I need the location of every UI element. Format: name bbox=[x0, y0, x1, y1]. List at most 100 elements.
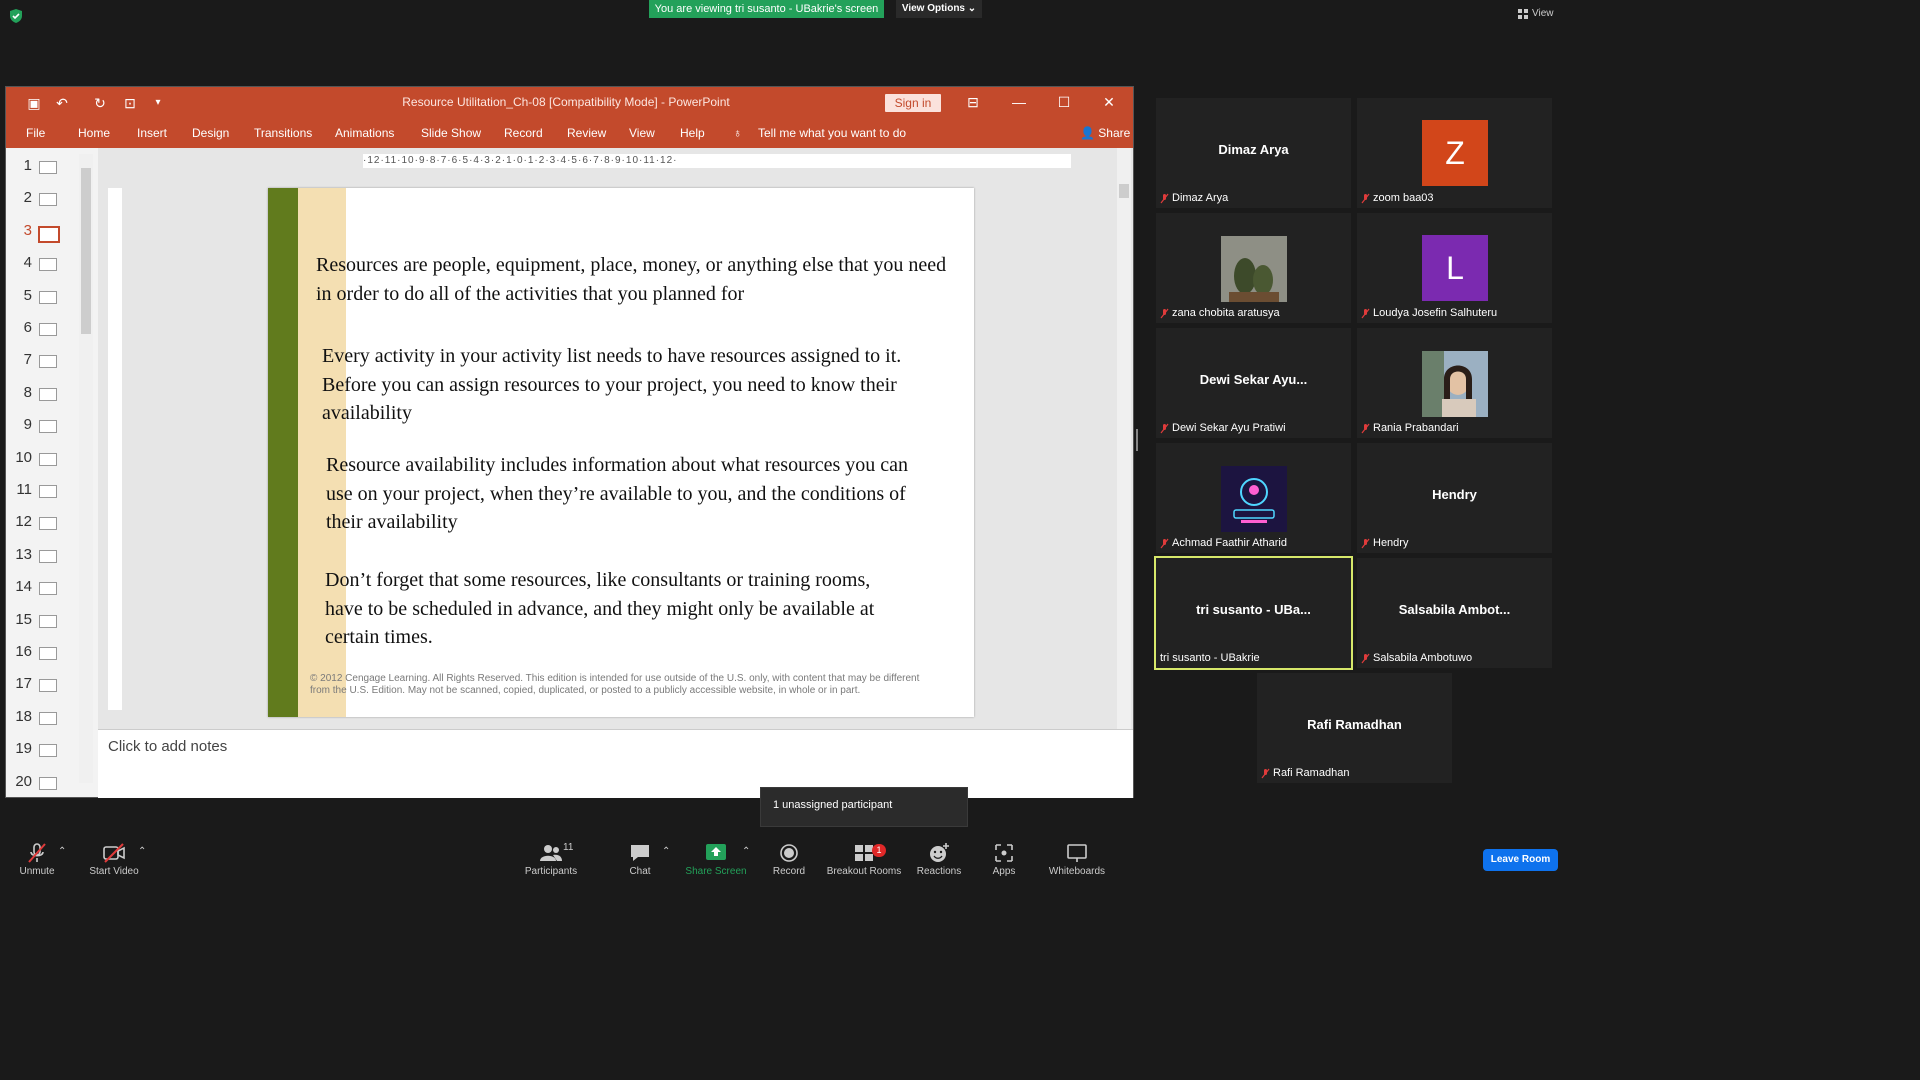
tab-transitions[interactable]: Transitions bbox=[254, 126, 312, 140]
save-icon[interactable]: ▣ bbox=[26, 95, 42, 111]
whiteboards-button[interactable]: Whiteboards bbox=[1046, 842, 1108, 877]
participants-count: 11 bbox=[563, 842, 574, 853]
slide-thumbnail[interactable] bbox=[39, 387, 57, 401]
tab-insert[interactable]: Insert bbox=[137, 126, 167, 140]
view-options-button[interactable]: View Options ⌄ bbox=[896, 0, 982, 18]
slide-thumbnail[interactable] bbox=[39, 776, 57, 790]
tab-animations[interactable]: Animations bbox=[335, 126, 394, 140]
tab-design[interactable]: Design bbox=[192, 126, 229, 140]
tab-help[interactable]: Help bbox=[680, 126, 705, 140]
slide-scrollbar[interactable] bbox=[1117, 148, 1131, 729]
undo-icon[interactable]: ↶ bbox=[54, 95, 70, 111]
start-video-button[interactable]: Start Video bbox=[86, 842, 142, 877]
breakout-rooms-button[interactable]: 1 Breakout Rooms bbox=[826, 842, 902, 877]
leave-room-button[interactable]: Leave Room bbox=[1483, 849, 1558, 871]
ribbon-display-options-icon[interactable]: ⊟ bbox=[958, 92, 988, 112]
slide-thumbnail[interactable] bbox=[39, 647, 57, 660]
grid-icon bbox=[1518, 8, 1528, 19]
view-button[interactable]: View bbox=[1518, 8, 1554, 19]
slide-paragraph-2[interactable]: Every activity in your activity list nee… bbox=[322, 342, 947, 428]
slide-thumbnail[interactable] bbox=[39, 614, 57, 628]
slide-number: 2 bbox=[23, 189, 32, 207]
current-slide[interactable]: Resources are people, equipment, place, … bbox=[268, 188, 974, 717]
participant-tile[interactable]: zana chobita aratusya bbox=[1156, 213, 1351, 323]
sign-in-button[interactable]: Sign in bbox=[885, 94, 941, 112]
view-label: View bbox=[1532, 8, 1554, 19]
slide-number: 3 bbox=[23, 221, 32, 239]
chat-button[interactable]: Chat bbox=[622, 842, 658, 877]
reactions-label: Reactions bbox=[916, 866, 962, 877]
share-screen-button[interactable]: Share Screen bbox=[684, 842, 748, 877]
tab-slide-show[interactable]: Slide Show bbox=[421, 126, 481, 140]
participant-name-center: Dimaz Arya bbox=[1218, 142, 1289, 157]
participant-tile[interactable]: Rania Prabandari bbox=[1357, 328, 1552, 438]
slide-thumbnail[interactable] bbox=[39, 711, 57, 725]
ppt-title-bar: ▣ ↶ ↻ ⊡ ▾ Resource Utilitation_Ch-08 [Co… bbox=[6, 87, 1133, 118]
panel-resize-handle[interactable] bbox=[1136, 429, 1138, 451]
tab-review[interactable]: Review bbox=[567, 126, 606, 140]
apps-button[interactable]: Apps bbox=[986, 842, 1022, 877]
slide-number: 5 bbox=[23, 286, 32, 304]
start-video-label: Start Video bbox=[89, 866, 139, 877]
video-options-chevron-icon[interactable]: ⌃ bbox=[138, 846, 146, 857]
share-options-chevron-icon[interactable]: ⌃ bbox=[742, 846, 750, 857]
slide-thumbnail[interactable] bbox=[38, 225, 60, 243]
tab-view[interactable]: View bbox=[629, 126, 655, 140]
slide-thumbnail[interactable] bbox=[39, 258, 57, 272]
scrollbar-thumb[interactable] bbox=[1119, 184, 1129, 198]
slide-thumbnail[interactable] bbox=[39, 549, 57, 563]
present-from-start-icon[interactable]: ⊡ bbox=[122, 95, 138, 111]
participant-tile[interactable]: Z zoom baa03 bbox=[1357, 98, 1552, 208]
participant-label: zana chobita aratusya bbox=[1160, 307, 1280, 319]
customize-toolbar-icon[interactable]: ▾ bbox=[150, 95, 166, 111]
participant-tile[interactable]: Dimaz Arya Dimaz Arya bbox=[1156, 98, 1351, 208]
reactions-button[interactable]: Reactions bbox=[914, 842, 964, 877]
share-screen-icon bbox=[706, 844, 726, 860]
participant-tile[interactable]: Dewi Sekar Ayu... Dewi Sekar Ayu Pratiwi bbox=[1156, 328, 1351, 438]
slide-thumbnail[interactable] bbox=[39, 355, 57, 369]
slide-thumbnail[interactable] bbox=[39, 290, 57, 304]
minimize-icon[interactable]: — bbox=[1004, 92, 1034, 112]
maximize-icon[interactable]: ☐ bbox=[1049, 92, 1079, 112]
notes-pane[interactable]: Click to add notes bbox=[98, 729, 1133, 798]
close-icon[interactable]: ✕ bbox=[1094, 92, 1124, 112]
scrollbar-thumb[interactable] bbox=[81, 168, 91, 334]
chat-options-chevron-icon[interactable]: ⌃ bbox=[662, 846, 670, 857]
tell-me-search[interactable]: Tell me what you want to do bbox=[758, 126, 906, 140]
participant-tile[interactable]: Rafi Ramadhan Rafi Ramadhan bbox=[1257, 673, 1452, 783]
slide-thumbnail[interactable] bbox=[39, 485, 57, 498]
slide-thumbnail[interactable] bbox=[39, 323, 57, 336]
slide-thumbnail[interactable] bbox=[39, 582, 57, 596]
participant-tile[interactable]: L Loudya Josefin Salhuteru bbox=[1357, 213, 1552, 323]
slide-paragraph-4[interactable]: Don’t forget that some resources, like c… bbox=[325, 566, 910, 652]
record-button[interactable]: Record bbox=[770, 842, 808, 877]
slide-paragraph-1[interactable]: Resources are people, equipment, place, … bbox=[316, 251, 956, 308]
participant-tile[interactable]: Hendry Hendry bbox=[1357, 443, 1552, 553]
unmute-button[interactable]: Unmute bbox=[12, 842, 62, 877]
avatar: Z bbox=[1422, 120, 1488, 186]
participant-label: Rania Prabandari bbox=[1361, 422, 1459, 434]
audio-options-chevron-icon[interactable]: ⌃ bbox=[58, 846, 66, 857]
unassigned-participant-toast[interactable]: 1 unassigned participant bbox=[760, 787, 968, 827]
participant-label: Hendry bbox=[1361, 537, 1408, 549]
slide-thumbnail[interactable] bbox=[39, 193, 57, 207]
slide-editing-area: ·12·11·10·9·8·7·6·5·4·3·2·1·0·1·2·3·4·5·… bbox=[98, 148, 1133, 729]
participant-tile[interactable]: Achmad Faathir Atharid bbox=[1156, 443, 1351, 553]
tab-home[interactable]: Home bbox=[78, 126, 110, 140]
slide-thumbnail[interactable] bbox=[39, 452, 57, 466]
slide-thumbnail[interactable] bbox=[39, 161, 57, 174]
slide-thumbnail[interactable] bbox=[39, 517, 57, 531]
security-shield-icon[interactable] bbox=[8, 8, 24, 24]
participant-tile-active-speaker[interactable]: tri susanto - UBa... tri susanto - UBakr… bbox=[1154, 556, 1353, 670]
participants-button[interactable]: 11 Participants bbox=[522, 842, 580, 877]
slide-thumbnail[interactable] bbox=[39, 420, 57, 434]
slide-thumbnail[interactable] bbox=[39, 679, 57, 693]
slide-thumbnail[interactable] bbox=[39, 744, 57, 758]
slide-paragraph-3[interactable]: Resource availability includes informati… bbox=[326, 451, 926, 537]
share-button[interactable]: 👤 Share bbox=[1080, 126, 1130, 140]
tab-file[interactable]: File bbox=[26, 126, 45, 140]
participant-tile[interactable]: Salsabila Ambot... Salsabila Ambotuwo bbox=[1357, 558, 1552, 668]
thumbnail-scrollbar[interactable] bbox=[79, 154, 93, 783]
redo-icon[interactable]: ↻ bbox=[92, 95, 108, 111]
tab-record[interactable]: Record bbox=[504, 126, 543, 140]
